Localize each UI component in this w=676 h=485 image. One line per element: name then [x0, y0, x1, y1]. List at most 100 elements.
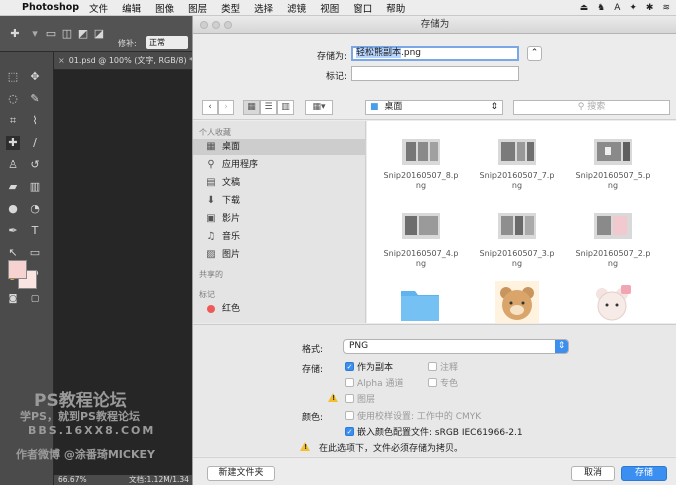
save-button[interactable]: 存储: [621, 466, 667, 481]
menu-image[interactable]: 图像: [155, 1, 174, 15]
eraser-tool-icon[interactable]: ▰: [6, 180, 20, 194]
icon-view-button[interactable]: ▦: [243, 100, 260, 115]
eject-icon[interactable]: ⏏: [580, 3, 589, 13]
tool-preset-icon[interactable]: ▾: [28, 27, 42, 41]
marquee-tool-icon[interactable]: ⬚: [6, 70, 20, 84]
file-name[interactable]: Snip20160507_5.p ng: [570, 171, 656, 191]
arrange-button[interactable]: ▦▾: [305, 100, 333, 115]
zoom-level[interactable]: 66.67%: [58, 475, 87, 484]
history-brush-icon[interactable]: ↺: [28, 158, 42, 172]
new-selection-icon[interactable]: ▭: [44, 27, 58, 41]
move-tool-icon[interactable]: ✥: [28, 70, 42, 84]
watermark-url: BBS.16XX8.COM: [28, 424, 156, 437]
file-name[interactable]: Snip20160507_3.p ng: [474, 249, 560, 269]
format-select[interactable]: PNG ⇕: [343, 339, 569, 354]
lasso-tool-icon[interactable]: ◌: [6, 92, 20, 106]
menu-window[interactable]: 窗口: [353, 1, 372, 15]
menu-select[interactable]: 选择: [254, 1, 273, 15]
type-tool-icon[interactable]: T: [28, 224, 42, 238]
file-thumbnail[interactable]: [401, 211, 441, 241]
sidebar-item-applications[interactable]: ⚲ 应用程序: [193, 157, 365, 173]
alpha-channel-checkbox[interactable]: [345, 378, 354, 387]
file-thumbnail[interactable]: [497, 137, 537, 167]
menu-edit[interactable]: 编辑: [122, 1, 141, 15]
file-name[interactable]: Snip20160507_4.p ng: [378, 249, 464, 269]
subtract-selection-icon[interactable]: ◩: [76, 27, 90, 41]
screen-mode-icon[interactable]: ▢: [28, 292, 42, 306]
adobe-icon[interactable]: A: [614, 3, 620, 13]
stamp-tool-icon[interactable]: ♙: [6, 158, 20, 172]
sidebar-item-desktop[interactable]: ▦ 桌面: [193, 139, 365, 155]
dodge-tool-icon[interactable]: ◔: [28, 202, 42, 216]
folder-icon[interactable]: [399, 283, 441, 323]
blur-tool-icon[interactable]: ●: [6, 202, 20, 216]
dialog-titlebar: 存储为: [193, 16, 676, 34]
foreground-color-swatch[interactable]: [8, 260, 27, 279]
layers-checkbox[interactable]: [345, 394, 354, 403]
zoom-window-button[interactable]: [224, 21, 232, 29]
pen-tool-icon[interactable]: ✒: [6, 224, 20, 238]
location-popup[interactable]: ■ 桌面 ⇕: [365, 100, 503, 115]
cancel-button[interactable]: 取消: [571, 466, 615, 481]
list-view-button[interactable]: ☰: [260, 100, 277, 115]
healing-tool-icon[interactable]: ✚: [6, 136, 20, 150]
forward-button[interactable]: ›: [218, 100, 234, 115]
file-thumbnail[interactable]: [401, 137, 441, 167]
path-select-tool-icon[interactable]: ↖: [6, 246, 20, 260]
sidebar-item-documents[interactable]: ▤ 文稿: [193, 175, 365, 191]
expand-dialog-button[interactable]: ⌃: [527, 46, 542, 61]
quick-mask-icon[interactable]: ◙: [6, 292, 20, 306]
file-name[interactable]: Snip20160507_2.p ng: [570, 249, 656, 269]
as-copy-checkbox[interactable]: ✓: [345, 362, 354, 371]
bear-image-icon[interactable]: [591, 281, 635, 323]
patch-mode-select[interactable]: 正常: [146, 36, 188, 49]
crop-tool-icon[interactable]: ⌗: [6, 114, 20, 128]
proof-setup-checkbox[interactable]: [345, 411, 354, 420]
gradient-tool-icon[interactable]: ▥: [28, 180, 42, 194]
tags-input[interactable]: [351, 66, 519, 81]
patch-tool-icon[interactable]: ✚: [8, 27, 22, 41]
menu-file[interactable]: 文件: [89, 1, 108, 15]
menu-help[interactable]: 帮助: [386, 1, 405, 15]
sidebar-item-tag-red[interactable]: 红色: [193, 301, 365, 317]
sync-icon[interactable]: ✦: [629, 3, 637, 13]
search-field[interactable]: ⚲ 搜索: [513, 100, 670, 115]
wifi-icon[interactable]: ≋: [662, 3, 670, 13]
app-menu[interactable]: Photoshop: [22, 2, 79, 13]
file-thumbnail[interactable]: [593, 211, 633, 241]
filename-input[interactable]: 轻松熊副本.png: [351, 46, 519, 61]
sidebar-item-pictures[interactable]: ▨ 图片: [193, 247, 365, 263]
file-thumbnail[interactable]: [593, 137, 633, 167]
document-tab-title: 01.psd @ 100% (文字, RGB/8) *: [68, 56, 192, 65]
file-name[interactable]: Snip20160507_7.p ng: [474, 171, 560, 191]
file-thumbnail[interactable]: [497, 211, 537, 241]
sidebar-item-movies[interactable]: ▣ 影片: [193, 211, 365, 227]
intersect-selection-icon[interactable]: ◪: [92, 27, 106, 41]
add-selection-icon[interactable]: ◫: [60, 27, 74, 41]
quick-select-tool-icon[interactable]: ✎: [28, 92, 42, 106]
menu-type[interactable]: 类型: [221, 1, 240, 15]
sidebar-item-music[interactable]: ♫ 音乐: [193, 229, 365, 245]
bear-image-icon[interactable]: [495, 281, 539, 323]
menu-layer[interactable]: 图层: [188, 1, 207, 15]
column-view-button[interactable]: ▥: [277, 100, 294, 115]
notes-checkbox[interactable]: [428, 362, 437, 371]
eyedropper-tool-icon[interactable]: ⌇: [28, 114, 42, 128]
file-name[interactable]: Snip20160507_8.p ng: [378, 171, 464, 191]
document-tab[interactable]: × 01.psd @ 100% (文字, RGB/8) *: [54, 52, 192, 70]
bluetooth-icon[interactable]: ✱: [646, 3, 654, 13]
spot-color-checkbox[interactable]: [428, 378, 437, 387]
back-button[interactable]: ‹: [202, 100, 218, 115]
menu-view[interactable]: 视图: [320, 1, 339, 15]
close-window-button[interactable]: [200, 21, 208, 29]
shape-tool-icon[interactable]: ▭: [28, 246, 42, 260]
close-tab-icon[interactable]: ×: [58, 56, 65, 65]
qq-icon[interactable]: ♞: [597, 3, 605, 13]
menu-filter[interactable]: 滤镜: [287, 1, 306, 15]
brush-tool-icon[interactable]: ∕: [28, 136, 42, 150]
embed-profile-checkbox[interactable]: ✓: [345, 427, 354, 436]
sidebar-item-downloads[interactable]: ⬇ 下载: [193, 193, 365, 209]
new-folder-button[interactable]: 新建文件夹: [207, 466, 275, 481]
minimize-window-button[interactable]: [212, 21, 220, 29]
save-as-label: 存储为:: [316, 52, 347, 62]
